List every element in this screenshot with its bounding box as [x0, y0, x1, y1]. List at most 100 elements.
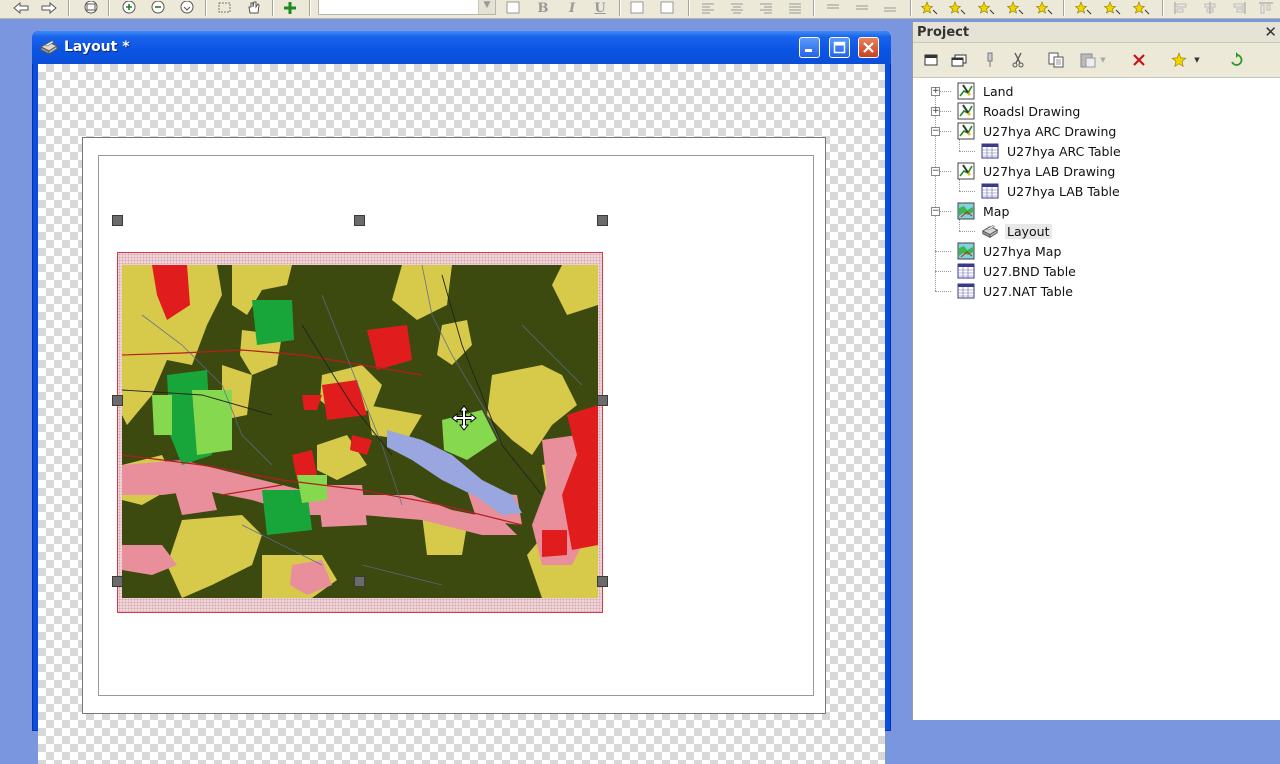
align-objects-right-icon[interactable]: [1228, 0, 1250, 16]
pin-icon[interactable]: [981, 51, 999, 69]
align-right-icon[interactable]: [755, 0, 777, 16]
resize-handle-left[interactable]: [112, 395, 123, 406]
resize-handle-top-left[interactable]: [112, 215, 123, 226]
move-cursor-icon: [451, 405, 477, 431]
underline-button[interactable]: U: [589, 0, 611, 16]
tree-item-u27-bnd-table[interactable]: U27.BND Table: [957, 261, 1078, 281]
tree-item-layout[interactable]: Layout: [981, 221, 1052, 241]
align-left-icon[interactable]: [697, 0, 719, 16]
border-box-icon[interactable]: [656, 0, 678, 16]
drawing-icon: [957, 82, 975, 100]
new-component-icon[interactable]: [1170, 51, 1188, 69]
collapse-map[interactable]: −: [931, 207, 940, 216]
insert-scale-icon[interactable]: [1130, 0, 1152, 16]
tree-item-roadsl-drawing[interactable]: Roadsl Drawing: [957, 101, 1082, 121]
project-toolbar: ▼ ▼: [913, 43, 1280, 78]
zoom-out-icon[interactable]: [147, 0, 169, 16]
forward-arrow-icon[interactable]: [38, 0, 60, 16]
box-tool-icon[interactable]: [1033, 0, 1055, 16]
tree-item-u27hya-arc-table[interactable]: U27hya ARC Table: [981, 141, 1123, 161]
chevron-down-icon[interactable]: ▼: [1192, 51, 1202, 69]
tree-item-label: U27.NAT Table: [983, 283, 1073, 299]
table-icon: [957, 283, 975, 299]
resize-handle-bottom[interactable]: [354, 576, 365, 587]
layout-icon: [39, 40, 59, 55]
tree-item-label: U27hya LAB Drawing: [983, 163, 1116, 179]
drawing-icon: [957, 122, 975, 140]
insert-legend-icon[interactable]: [1101, 0, 1123, 16]
map-image[interactable]: [122, 265, 598, 598]
tree-item-u27hya-lab-table[interactable]: U27hya LAB Table: [981, 181, 1122, 201]
chevron-down-icon[interactable]: ▼: [478, 0, 495, 14]
zoom-in-icon[interactable]: [118, 0, 140, 16]
close-button[interactable]: [858, 37, 879, 58]
expand-land[interactable]: +: [931, 87, 940, 96]
project-header: Project ✕: [913, 22, 1280, 43]
tree-item-u27hya-arc-drawing[interactable]: U27hya ARC Drawing: [957, 121, 1118, 141]
align-objects-center-icon[interactable]: [1199, 0, 1221, 16]
resize-handle-right[interactable]: [597, 395, 608, 406]
point-tool-icon[interactable]: [918, 0, 940, 16]
resize-handle-top-right[interactable]: [597, 215, 608, 226]
new-window-icon[interactable]: [922, 51, 940, 69]
tree-item-label: U27hya ARC Table: [1007, 143, 1121, 159]
valign-bottom-icon[interactable]: [879, 0, 901, 16]
drawing-icon: [957, 162, 975, 180]
resize-handle-top[interactable]: [354, 215, 365, 226]
italic-button[interactable]: I: [561, 0, 583, 16]
fill-box-icon[interactable]: [626, 0, 648, 16]
paste-icon[interactable]: [1079, 51, 1097, 69]
align-objects-top-icon[interactable]: [1255, 0, 1277, 16]
resize-handle-bottom-left[interactable]: [112, 576, 123, 587]
line-tool-icon[interactable]: [946, 0, 968, 16]
map-icon: [957, 202, 975, 220]
project-title: Project: [917, 25, 970, 40]
maximize-icon: [833, 41, 846, 54]
color-swatch-icon[interactable]: [502, 0, 524, 16]
tree-item-label: Layout: [1005, 223, 1052, 239]
window-title: Layout *: [64, 39, 130, 55]
tree-item-land[interactable]: Land: [957, 81, 1015, 101]
copy-icon[interactable]: [1047, 51, 1065, 69]
back-arrow-icon[interactable]: [10, 0, 32, 16]
collapse-u27hya-arc-drawing[interactable]: −: [931, 127, 940, 136]
pan-hand-icon[interactable]: [243, 0, 265, 16]
tree-item-label: Land: [983, 83, 1014, 99]
chevron-down-icon[interactable]: ▼: [1098, 51, 1108, 69]
area-tool-icon[interactable]: [975, 0, 997, 16]
expand-roadsl-drawing[interactable]: +: [931, 107, 940, 116]
align-center-icon[interactable]: [726, 0, 748, 16]
delete-icon[interactable]: [1130, 51, 1148, 69]
window-titlebar[interactable]: Layout *: [32, 31, 891, 64]
tree-item-label: U27hya LAB Table: [1007, 183, 1120, 199]
bold-button[interactable]: B: [532, 0, 554, 16]
valign-middle-icon[interactable]: [851, 0, 873, 16]
add-component-icon[interactable]: [279, 0, 301, 16]
tree-item-u27hya-lab-drawing[interactable]: U27hya LAB Drawing: [957, 161, 1117, 181]
close-icon: [863, 42, 874, 53]
restore-window-icon[interactable]: [950, 51, 968, 69]
tree-item-label: U27hya ARC Drawing: [983, 123, 1117, 139]
tree-item-map[interactable]: Map: [957, 201, 1011, 221]
layout-icon: [981, 225, 999, 239]
text-tool-icon[interactable]: [1004, 0, 1026, 16]
tree-item-label: Map: [983, 203, 1010, 219]
tree-item-u27-nat-table[interactable]: U27.NAT Table: [957, 281, 1075, 301]
close-icon[interactable]: ✕: [1264, 23, 1277, 41]
maximize-button[interactable]: [829, 37, 850, 58]
font-combo[interactable]: ▼: [318, 0, 496, 15]
minimize-button[interactable]: [799, 37, 820, 58]
align-justify-icon[interactable]: [784, 0, 806, 16]
zoom-extent-icon[interactable]: [176, 0, 198, 16]
tree-item-u27hya-map[interactable]: U27hya Map: [957, 241, 1063, 261]
zoom-window-icon[interactable]: [80, 0, 102, 16]
resize-handle-bottom-right[interactable]: [597, 576, 608, 587]
collapse-u27hya-lab-drawing[interactable]: −: [931, 167, 940, 176]
cut-icon[interactable]: [1009, 51, 1027, 69]
align-objects-left-icon[interactable]: [1170, 0, 1192, 16]
insert-map-icon[interactable]: [1072, 0, 1094, 16]
tree-item-label: Roadsl Drawing: [983, 103, 1081, 119]
refresh-icon[interactable]: [1227, 51, 1245, 69]
select-box-icon[interactable]: [214, 0, 236, 16]
valign-top-icon[interactable]: [822, 0, 844, 16]
